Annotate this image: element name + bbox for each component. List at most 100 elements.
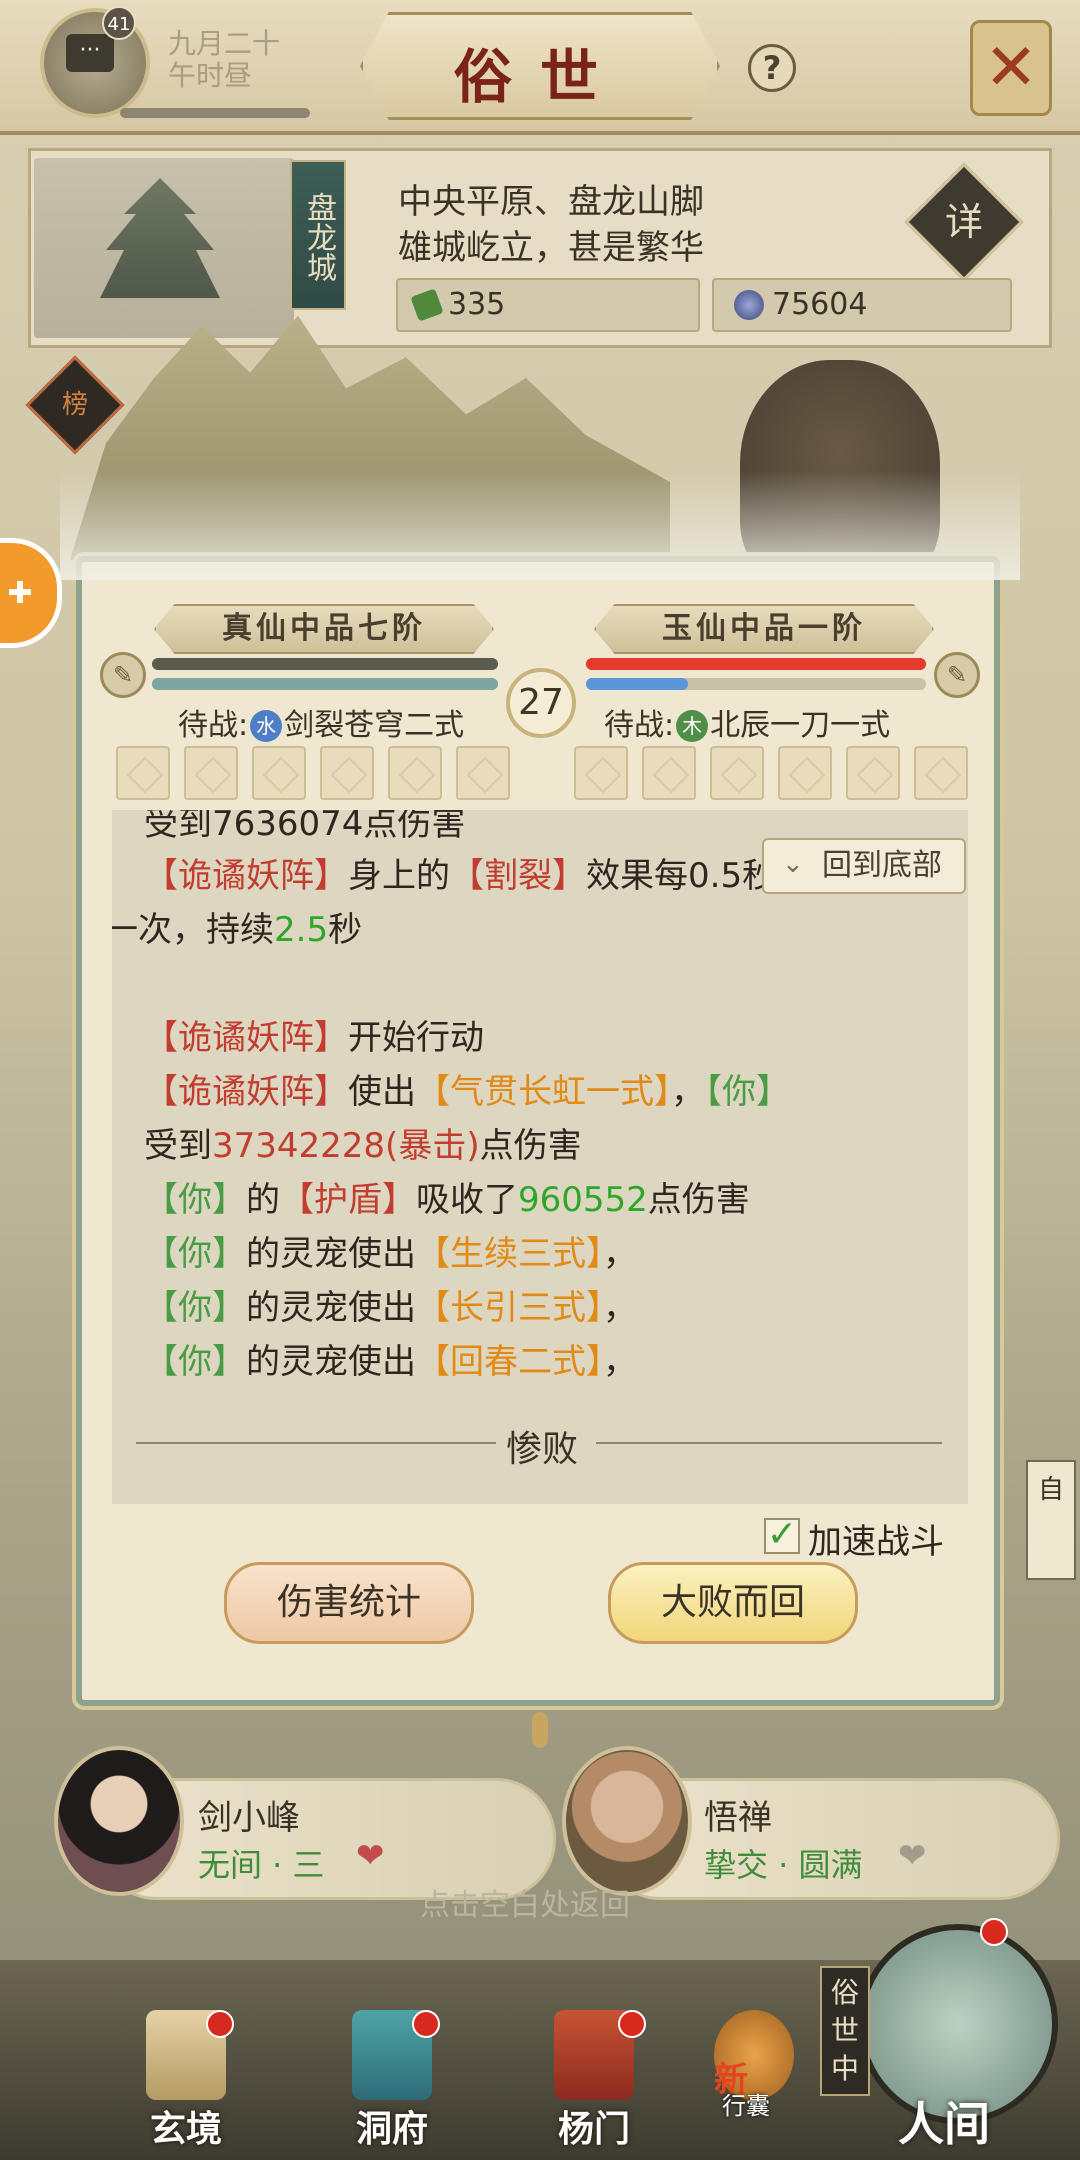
dialog-knob [532, 1712, 548, 1748]
tap-to-return-hint: 点击空白处返回 [420, 1888, 630, 1923]
time-progress-bar [120, 108, 310, 118]
nav-label: 杨门 [557, 2108, 630, 2150]
resource1-value: 335 [448, 287, 506, 322]
heart-icon: ❤ [898, 1836, 927, 1876]
nav-label: 玄境 [149, 2108, 222, 2150]
chevron-down-icon[interactable]: ⌄ [782, 851, 812, 877]
city-name-banner: 盘龙城 [290, 160, 346, 310]
chat-icon[interactable]: ··· [66, 34, 114, 72]
game-date: 九月二十 午时昼 [168, 28, 318, 92]
log-text: 的灵宠使出 [246, 1288, 416, 1328]
spirit-stone-icon [410, 288, 444, 322]
right-waiting: 待战: 木北辰一刀一式 [604, 700, 890, 744]
right-waiting-prefix: 待战: [604, 708, 675, 743]
log-text: 的灵宠使出 [246, 1234, 416, 1274]
mist-overlay [60, 470, 1020, 580]
log-line: 【诡谲妖阵】开始行动 [144, 1010, 484, 1059]
log-text: 的 [246, 1180, 280, 1220]
right-waiting-skill: 北辰一刀一式 [710, 708, 891, 743]
help-icon[interactable]: ? [748, 44, 796, 92]
contact-relation-2: 挚交 · 圆满 [704, 1846, 863, 1884]
buff-slot [914, 746, 968, 800]
speed-battle-checkbox[interactable]: ✓ [764, 1517, 800, 1554]
notification-dot [412, 2010, 440, 2038]
log-text: 【你】 [144, 1180, 246, 1220]
close-icon[interactable]: ✕ [970, 20, 1052, 116]
page-title: 俗世 [453, 43, 626, 111]
log-text: 的灵宠使出 [246, 1342, 416, 1382]
log-text: 2.5 [274, 910, 329, 950]
gamepad-icon[interactable]: ✚ [0, 574, 40, 614]
log-line: 【你】的灵宠使出【长引三式】， [144, 1280, 637, 1329]
detail-label[interactable]: 详 [922, 180, 1006, 264]
resource-box-1: 335 [396, 278, 700, 332]
buff-slot [846, 746, 900, 800]
log-text: 点伤害 [479, 1126, 582, 1166]
log-text: 960552 [518, 1180, 648, 1220]
location-line1: 中央平原、盘龙山脚 [398, 182, 704, 222]
buff-slot [456, 746, 510, 800]
buff-slot [778, 746, 832, 800]
battle-log[interactable]: 受到7636074点伤害 【诡谲妖阵】身上的【割裂】效果每0.5秒生效 一次，持… [112, 810, 968, 1504]
buff-slot [116, 746, 170, 800]
retreat-button[interactable]: 大败而回 [608, 1562, 858, 1644]
log-text: 【诡谲妖阵】 [144, 856, 348, 896]
world-tag: 俗世中 [820, 1966, 870, 2096]
round-counter: 27 [506, 668, 576, 738]
buff-slot [388, 746, 442, 800]
right-mp-bar [586, 678, 688, 690]
right-edge-tab[interactable]: 自 [1026, 1460, 1076, 1580]
world-label[interactable]: 人间 [898, 2088, 990, 2154]
nav-label: 洞府 [355, 2108, 428, 2150]
contact-portrait-1[interactable] [54, 1746, 184, 1896]
log-text: 受到 [144, 1126, 212, 1166]
log-line: 一次，持续2.5秒 [112, 902, 362, 951]
buff-slot [642, 746, 696, 800]
log-text: 【你】 [144, 1342, 246, 1382]
buff-slot [574, 746, 628, 800]
coin-icon [734, 290, 764, 320]
log-text: 开始行动 [348, 1018, 484, 1058]
log-line: 【你】的灵宠使出【回春二式】， [144, 1334, 637, 1383]
ranking-tab-label[interactable]: 榜 [40, 370, 110, 440]
log-text: 吸收了 [416, 1180, 518, 1220]
log-text: 使出 [348, 1072, 416, 1112]
damage-stats-button[interactable]: 伤害统计 [224, 1562, 474, 1644]
notification-dot [206, 2010, 234, 2038]
log-text: 【你】 [705, 1072, 790, 1112]
notification-badge: 41 [102, 6, 136, 40]
log-line: 【诡谲妖阵】使出【气贯长虹一式】，【你】 [144, 1064, 790, 1113]
left-waiting: 待战: 水剑裂苍穹二式 [178, 700, 464, 744]
log-text: 【诡谲妖阵】 [144, 1018, 348, 1058]
speed-battle-label[interactable]: 加速战斗 [808, 1514, 944, 1563]
log-line: 受到7636074点伤害 [144, 810, 465, 845]
log-line: 受到37342228(暴击)点伤害 [144, 1118, 582, 1167]
log-text: 【割裂】 [450, 856, 586, 896]
log-text: 点伤害 [647, 1180, 750, 1220]
contact-portrait-2[interactable] [562, 1746, 692, 1896]
log-line: 【诡谲妖阵】身上的【割裂】效果每0.5秒生效 [144, 848, 844, 897]
player-scroll-icon[interactable]: ✎ [100, 652, 146, 698]
log-text: 【诡谲妖阵】 [144, 1072, 348, 1112]
bag-label: 行囊 [722, 2092, 770, 2120]
result-divider-right [596, 1442, 942, 1444]
resource2-value: 75604 [772, 287, 868, 322]
resource-box-2: 75604 [712, 278, 1012, 332]
battle-result: 惨败 [505, 1429, 578, 1470]
log-line: 【你】的【护盾】吸收了960552点伤害 [144, 1172, 750, 1221]
date-line1: 九月二十 [168, 27, 281, 60]
date-line2: 午时昼 [168, 59, 253, 92]
log-text: ， [603, 1342, 637, 1382]
log-text: 【你】 [144, 1234, 246, 1274]
log-text: 受到7636074点伤害 [144, 810, 466, 844]
heart-icon: ❤ [356, 1836, 385, 1876]
right-hp-bar [586, 658, 926, 670]
log-text: 【回春二式】 [416, 1342, 603, 1382]
log-text: ， [603, 1234, 637, 1274]
enemy-scroll-icon[interactable]: ✎ [934, 652, 980, 698]
left-waiting-skill: 剑裂苍穹二式 [284, 708, 465, 743]
buff-slot [184, 746, 238, 800]
log-text: 一次，持续 [112, 910, 274, 950]
wood-element-icon: 木 [676, 710, 709, 742]
left-rank-plate: 真仙中品七阶 [154, 604, 494, 654]
